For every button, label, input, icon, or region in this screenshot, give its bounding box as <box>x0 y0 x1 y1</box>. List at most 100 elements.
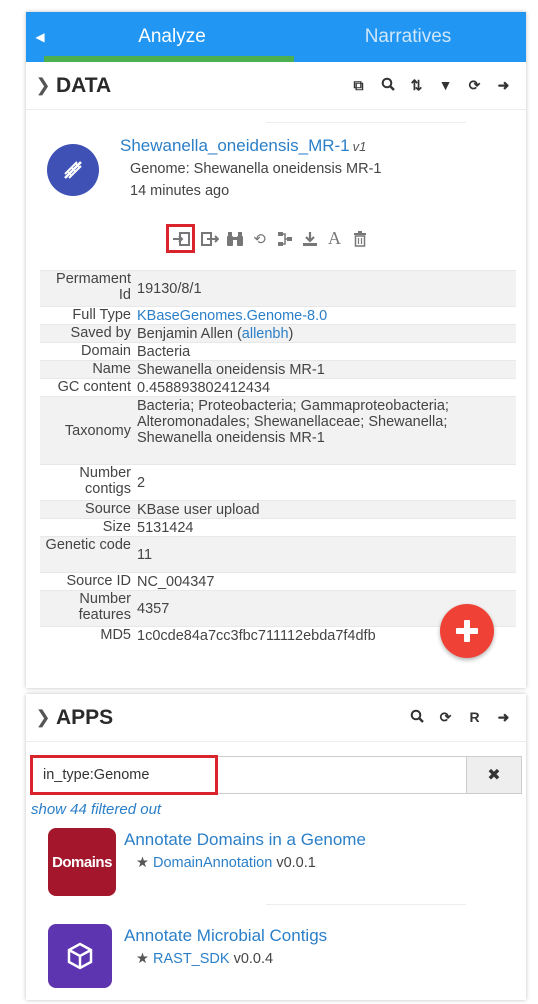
binoculars-icon[interactable] <box>222 227 247 251</box>
meta-row-genetic-code: Genetic code 11 <box>40 536 516 572</box>
star-icon[interactable]: ★ <box>136 951 149 967</box>
search-icon[interactable] <box>402 709 431 726</box>
collapse-left-icon[interactable]: ◀ <box>26 12 54 62</box>
tab-bar: ◀ Analyze Narratives <box>26 12 526 62</box>
meta-key: Genetic code <box>45 537 131 553</box>
object-type: Genome: Shewanella oneidensis MR-1 <box>130 161 382 177</box>
history-icon[interactable]: ⟲ <box>247 227 272 251</box>
search-icon[interactable] <box>373 77 402 94</box>
meta-value: 5131424 <box>137 519 194 536</box>
apps-section-title: APPS <box>56 705 114 729</box>
plus-icon <box>456 620 478 642</box>
copy-icon[interactable]: ⧉ <box>344 77 373 94</box>
meta-row-saved-by: Saved by Benjamin Allen (allenbh) <box>40 324 516 342</box>
meta-key: GC content <box>57 379 131 395</box>
meta-key: Source ID <box>66 573 131 589</box>
meta-key: Number contigs <box>79 465 131 497</box>
dna-icon <box>47 144 99 196</box>
cube-icon <box>48 924 112 988</box>
chevron-down-icon[interactable]: ❯ <box>30 707 56 728</box>
object-actions: ⟲ A <box>166 224 372 253</box>
active-tab-indicator <box>44 56 294 62</box>
arrow-right-icon[interactable]: ➜ <box>489 709 518 726</box>
data-object-card: Shewanella_oneidensis_MR-1 v1 Genome: She… <box>26 110 526 230</box>
app-module-link[interactable]: RAST_SDK <box>153 951 230 967</box>
add-data-button[interactable] <box>440 604 494 658</box>
data-section-title: DATA <box>56 73 112 97</box>
meta-row-size: Size 5131424 <box>40 518 516 536</box>
meta-key: Taxonomy <box>64 422 131 439</box>
download-icon[interactable] <box>297 227 322 251</box>
meta-value: Benjamin Allen (allenbh) <box>137 325 294 342</box>
divider <box>266 122 466 123</box>
meta-key: MD5 <box>100 627 131 643</box>
saved-by-name: Benjamin Allen <box>137 325 233 342</box>
trash-icon[interactable] <box>347 227 372 251</box>
meta-key: Full Type <box>72 307 131 323</box>
app-version: v0.0.1 <box>276 855 316 871</box>
meta-row-gc-content: GC content 0.458893802412434 <box>40 378 516 396</box>
meta-key: Name <box>92 361 131 377</box>
meta-key: Saved by <box>70 325 131 341</box>
divider <box>266 904 466 905</box>
meta-value: Bacteria; Proteobacteria; Gammaproteobac… <box>137 398 449 446</box>
sort-icon[interactable]: ⇅ <box>402 77 431 94</box>
arrow-right-icon[interactable]: ➜ <box>489 77 518 94</box>
meta-value: 19130/8/1 <box>137 280 202 297</box>
meta-key: Number features <box>78 591 131 623</box>
meta-value: KBase user upload <box>137 501 260 518</box>
app-meta: ★ RAST_SDK v0.0.4 <box>136 951 273 967</box>
full-type-link[interactable]: KBaseGenomes.Genome-8.0 <box>137 307 516 324</box>
data-section-header: ❯ DATA ⧉ ⇅ ▼ ⟳ ➜ <box>26 62 526 110</box>
meta-row-name: Name Shewanella oneidensis MR-1 <box>40 360 516 378</box>
refresh-icon[interactable]: ⟳ <box>431 709 460 726</box>
meta-value: Bacteria <box>137 343 191 360</box>
apps-section-header: ❯ APPS ⟳ R ➜ <box>26 694 526 742</box>
object-metadata-table: Permament Id 19130/8/1 Full Type KBaseGe… <box>40 270 516 644</box>
r-icon[interactable]: R <box>460 709 489 726</box>
meta-row-full-type: Full Type KBaseGenomes.Genome-8.0 <box>40 306 516 324</box>
show-filtered-link[interactable]: show 44 filtered out <box>31 801 161 818</box>
app-logo: Domains <box>48 828 116 896</box>
meta-row-number-contigs: Number contigs 2 <box>40 464 516 500</box>
meta-value: 0.458893802412434 <box>137 379 271 396</box>
apps-search-input[interactable] <box>30 756 466 794</box>
meta-value: NC_004347 <box>137 573 215 590</box>
app-name-link[interactable]: Annotate Microbial Contigs <box>124 926 327 946</box>
object-name-link[interactable]: Shewanella_oneidensis_MR-1 v1 <box>120 136 366 156</box>
object-timestamp: 14 minutes ago <box>130 183 230 199</box>
export-icon[interactable] <box>197 227 222 251</box>
clear-search-button[interactable]: ✖ <box>466 756 522 794</box>
meta-row-permanent-id: Permament Id 19130/8/1 <box>40 270 516 306</box>
app-logo-text: Domains <box>52 853 112 871</box>
saved-by-user-link[interactable]: allenbh <box>242 326 289 342</box>
meta-row-source-id: Source ID NC_004347 <box>40 572 516 590</box>
tab-narratives[interactable]: Narratives <box>290 12 526 62</box>
import-icon[interactable] <box>166 224 195 253</box>
meta-row-domain: Domain Bacteria <box>40 342 516 360</box>
chevron-down-icon[interactable]: ❯ <box>30 75 56 96</box>
filter-icon[interactable]: ▼ <box>431 77 460 94</box>
meta-key: Domain <box>81 343 131 359</box>
apps-panel: ❯ APPS ⟳ R ➜ ✖ show 44 filtered out Doma… <box>26 694 526 1000</box>
provenance-icon[interactable] <box>272 227 297 251</box>
meta-key: Permament Id <box>56 271 131 303</box>
rename-icon[interactable]: A <box>322 227 347 251</box>
app-meta: ★ DomainAnnotation v0.0.1 <box>136 855 316 871</box>
data-panel: ◀ Analyze Narratives ❯ DATA ⧉ ⇅ ▼ ⟳ ➜ Sh… <box>26 12 526 688</box>
object-name[interactable]: Shewanella_oneidensis_MR-1 <box>120 136 350 155</box>
meta-row-taxonomy: Taxonomy Bacteria; Proteobacteria; Gamma… <box>40 396 516 464</box>
meta-value: 2 <box>137 474 146 491</box>
star-icon[interactable]: ★ <box>136 855 149 871</box>
meta-key: Size <box>102 519 131 535</box>
app-name-link[interactable]: Annotate Domains in a Genome <box>124 830 366 850</box>
close-icon: ✖ <box>487 767 501 784</box>
refresh-icon[interactable]: ⟳ <box>460 77 489 94</box>
app-module-link[interactable]: DomainAnnotation <box>153 855 272 871</box>
apps-search-row: ✖ <box>30 755 522 795</box>
tab-analyze[interactable]: Analyze <box>54 12 290 62</box>
meta-row-source: Source KBase user upload <box>40 500 516 518</box>
meta-key: Source <box>85 501 131 517</box>
meta-value: 11 <box>137 546 153 563</box>
meta-value: Shewanella oneidensis MR-1 <box>137 361 325 378</box>
